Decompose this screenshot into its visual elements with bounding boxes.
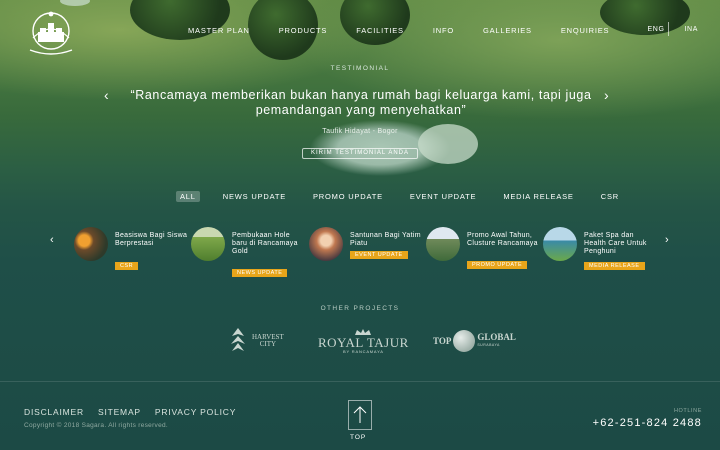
lang-divider (668, 22, 669, 36)
footer-divider (0, 381, 720, 382)
footer-links: DISCLAIMER SITEMAP PRIVACY POLICY (24, 407, 250, 417)
royal-tajur-name: ROYAL TAJUR (318, 335, 409, 350)
news-filter-tabs: ALL NEWS UPDATE PROMO UPDATE EVENT UPDAT… (176, 191, 642, 202)
testimonial-author: Taufik Hidayat - Bogor (322, 128, 398, 135)
filter-all[interactable]: ALL (176, 191, 200, 202)
project-harvest-city[interactable]: HARVEST CITY (228, 326, 284, 356)
filter-csr[interactable]: CSR (597, 191, 623, 202)
filter-event-update[interactable]: EVENT UPDATE (406, 191, 480, 202)
top-global-right: GLOBAL (477, 332, 516, 342)
nav-facilities[interactable]: FACILITIES (356, 26, 404, 35)
filter-promo-update[interactable]: PROMO UPDATE (309, 191, 387, 202)
news-tag: PROMO UPDATE (467, 261, 528, 269)
top-global-sub: SURABAYA (477, 343, 500, 347)
testimonial-prev-arrow[interactable]: ‹ (104, 87, 109, 103)
main-nav: MASTER PLAN PRODUCTS FACILITIES INFO GAL… (188, 26, 638, 35)
news-tag: EVENT UPDATE (350, 251, 408, 259)
nav-galleries[interactable]: GALLERIES (483, 26, 532, 35)
news-card[interactable]: Beasiswa Bagi Siswa Berprestasi CSR (74, 227, 189, 277)
footer-disclaimer-link[interactable]: DISCLAIMER (24, 407, 84, 417)
other-projects-label: OTHER PROJECTS (320, 305, 400, 312)
news-thumbnail (309, 227, 343, 261)
news-thumbnail (426, 227, 460, 261)
logo[interactable] (24, 10, 78, 58)
arrow-up-icon (353, 406, 367, 423)
hotline-label: HOTLINE (673, 408, 702, 414)
footer-sitemap-link[interactable]: SITEMAP (98, 407, 141, 417)
news-prev-arrow[interactable]: ‹ (50, 234, 54, 246)
hotline-number[interactable]: +62-251-824 2488 (593, 417, 702, 429)
nav-products[interactable]: PRODUCTS (279, 26, 328, 35)
copyright-text: Copyright © 2018 Sagara. All rights rese… (24, 422, 169, 429)
footer-privacy-link[interactable]: PRIVACY POLICY (155, 407, 236, 417)
news-title: Santunan Bagi Yatim Piatu (350, 232, 421, 247)
lang-ina[interactable]: INA (685, 26, 698, 33)
news-title: Paket Spa dan Health Care Untuk Penghuni (584, 232, 647, 255)
news-title: Promo Awal Tahun, Clusture Rancamaya (467, 232, 538, 247)
news-thumbnail (543, 227, 577, 261)
harvest-line2: CITY (259, 340, 277, 348)
news-tag: CSR (115, 262, 139, 270)
testimonial-quote: “Rancamaya memberikan bukan hanya rumah … (130, 88, 592, 117)
globe-icon (453, 330, 476, 352)
news-next-arrow[interactable]: › (665, 234, 669, 246)
news-tag: MEDIA RELEASE (584, 262, 645, 270)
harvest-leaf-icon (231, 328, 245, 351)
submit-testimonial-button[interactable]: KIRIM TESTIMONIAL ANDA (302, 148, 418, 159)
royal-tajur-sub: BY RANCAMAYA (343, 349, 384, 354)
news-title: Beasiswa Bagi Siswa Berprestasi (115, 232, 188, 247)
news-card[interactable]: Paket Spa dan Health Care Untuk Penghuni… (543, 227, 658, 277)
news-card[interactable]: Santunan Bagi Yatim Piatu EVENT UPDATE (309, 227, 424, 277)
testimonial-next-arrow[interactable]: › (604, 87, 609, 103)
news-card[interactable]: Promo Awal Tahun, Clusture Rancamaya PRO… (426, 227, 541, 277)
language-switcher: ENG INA (648, 26, 698, 33)
filter-media-release[interactable]: MEDIA RELEASE (499, 191, 577, 202)
project-top-global[interactable]: TOP GLOBAL SURABAYA (433, 326, 516, 356)
project-royal-tajur[interactable]: ROYAL TAJUR BY RANCAMAYA (318, 326, 409, 356)
news-thumbnail (74, 227, 108, 261)
back-to-top-button[interactable] (348, 400, 372, 430)
nav-info[interactable]: INFO (433, 26, 454, 35)
filter-news-update[interactable]: NEWS UPDATE (219, 191, 290, 202)
top-global-left: TOP (433, 336, 452, 346)
lang-eng[interactable]: ENG (648, 26, 665, 33)
nav-enquiries[interactable]: ENQUIRIES (561, 26, 609, 35)
news-card[interactable]: Pembukaan Hole baru di Rancamaya Gold NE… (191, 227, 306, 277)
back-to-top-label: TOP (350, 434, 367, 441)
news-thumbnail (191, 227, 225, 261)
news-tag: NEWS UPDATE (232, 269, 288, 277)
news-title: Pembukaan Hole baru di Rancamaya Gold (232, 232, 298, 255)
testimonial-label: TESTIMONIAL (330, 65, 390, 72)
nav-master-plan[interactable]: MASTER PLAN (188, 26, 250, 35)
